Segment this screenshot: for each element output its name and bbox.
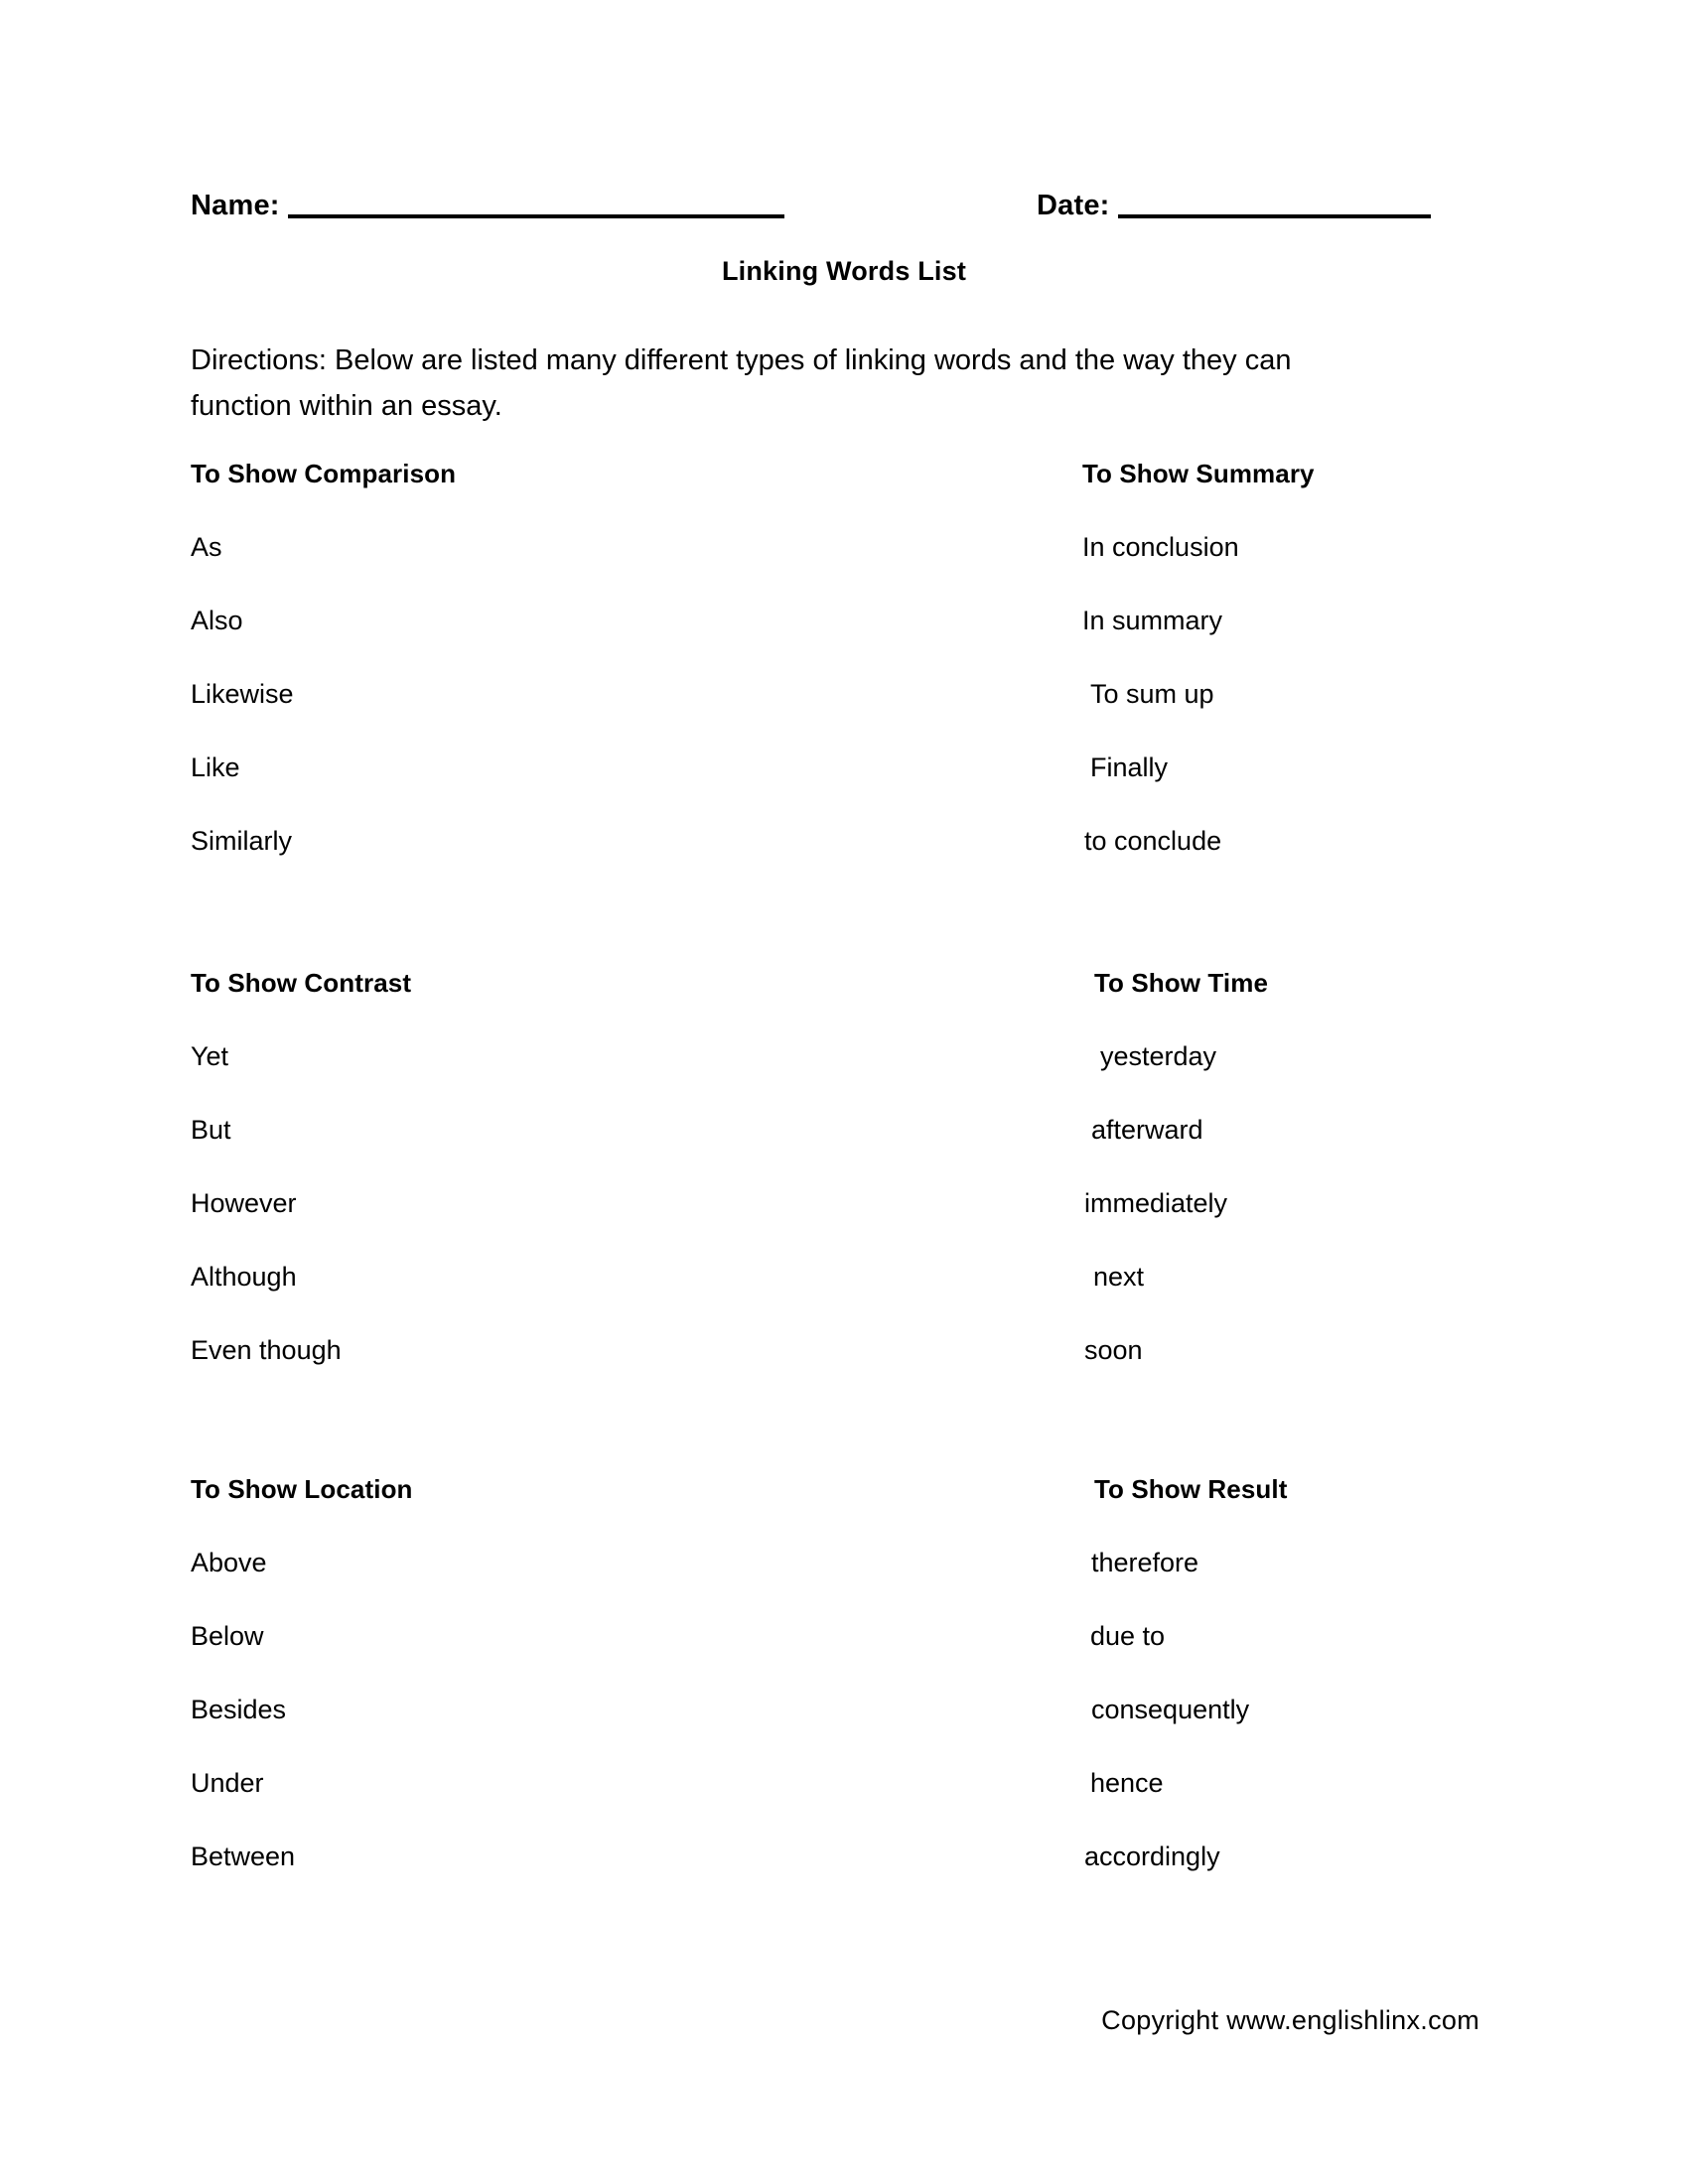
column-result: To Show Result therefore due to conseque… xyxy=(1082,1474,1287,1871)
list-item: In summary xyxy=(1082,606,1223,635)
list-item: Between xyxy=(191,1842,296,1871)
column-time: To Show Time yesterday afterward immedia… xyxy=(1082,968,1268,1365)
date-field: Date: xyxy=(1037,189,1431,222)
list-item: Yet xyxy=(191,1041,229,1071)
list-item: Below xyxy=(191,1621,264,1651)
column-heading-comparison: To Show Comparison xyxy=(191,459,457,488)
name-write-in-line[interactable] xyxy=(287,214,784,218)
list-item: Besides xyxy=(191,1695,287,1724)
word-list-comparison: As Also Likewise Like Similarly xyxy=(191,532,456,856)
date-label: Date: xyxy=(1037,190,1110,221)
list-item: In conclusion xyxy=(1082,532,1239,562)
list-item: Also xyxy=(191,606,243,635)
list-item: However xyxy=(191,1188,297,1218)
name-field: Name: xyxy=(191,189,784,222)
directions-text: Directions: Below are listed many differ… xyxy=(191,344,1292,422)
list-item: consequently xyxy=(1091,1695,1250,1724)
word-list-contrast: Yet But However Although Even though xyxy=(191,1041,411,1365)
name-date-header: Name: Date: xyxy=(191,189,1472,238)
list-item: immediately xyxy=(1084,1188,1228,1218)
list-item: Above xyxy=(191,1548,267,1577)
list-item: accordingly xyxy=(1084,1842,1220,1871)
column-heading-location: To Show Location xyxy=(191,1474,413,1504)
page-title: Linking Words List xyxy=(721,256,967,286)
list-item: next xyxy=(1093,1262,1145,1292)
list-item: hence xyxy=(1090,1768,1164,1798)
list-item: therefore xyxy=(1091,1548,1199,1577)
word-list-location: Above Below Besides Under Between xyxy=(191,1548,413,1871)
date-write-in-line[interactable] xyxy=(1117,214,1431,218)
column-comparison: To Show Comparison As Also Likewise Like… xyxy=(191,459,456,856)
list-item: afterward xyxy=(1091,1115,1203,1145)
name-label: Name: xyxy=(191,190,280,221)
column-contrast: To Show Contrast Yet But However Althoug… xyxy=(191,968,411,1365)
list-item: Finally xyxy=(1090,752,1169,782)
list-item: To sum up xyxy=(1090,679,1214,709)
word-list-result: therefore due to consequently hence acco… xyxy=(1082,1548,1287,1871)
list-item: Although xyxy=(191,1262,297,1292)
list-item: As xyxy=(191,532,222,562)
column-heading-summary: To Show Summary xyxy=(1082,459,1315,488)
list-item: Even though xyxy=(191,1335,342,1365)
column-summary: To Show Summary In conclusion In summary… xyxy=(1082,459,1315,856)
copyright-notice: Copyright www.englishlinx.com xyxy=(1101,2005,1479,2035)
column-heading-time: To Show Time xyxy=(1094,968,1269,998)
worksheet-page: Name: Date: Linking Words List Direction… xyxy=(0,0,1688,2184)
list-item: But xyxy=(191,1115,231,1145)
column-location: To Show Location Above Below Besides Und… xyxy=(191,1474,413,1871)
list-item: to conclude xyxy=(1084,826,1222,856)
list-item: Under xyxy=(191,1768,264,1798)
list-item: due to xyxy=(1090,1621,1166,1651)
column-heading-result: To Show Result xyxy=(1094,1474,1288,1504)
list-item: Like xyxy=(191,752,240,782)
list-item: Likewise xyxy=(191,679,294,709)
list-item: Similarly xyxy=(191,826,293,856)
word-list-summary: In conclusion In summary To sum up Final… xyxy=(1082,532,1315,856)
word-list-time: yesterday afterward immediately next soo… xyxy=(1082,1041,1268,1365)
list-item: yesterday xyxy=(1100,1041,1217,1071)
list-item: soon xyxy=(1084,1335,1143,1365)
column-heading-contrast: To Show Contrast xyxy=(191,968,412,998)
